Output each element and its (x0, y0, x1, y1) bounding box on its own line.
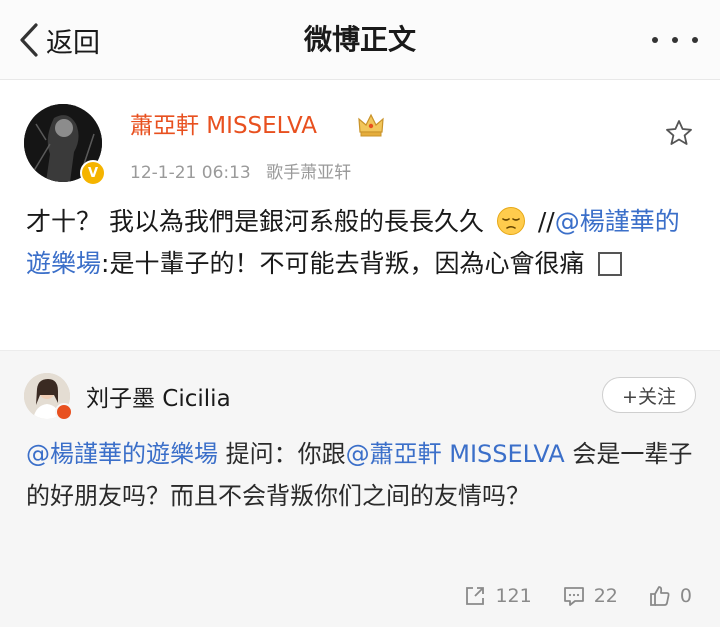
more-dots-icon[interactable] (652, 28, 698, 52)
crown-icon (358, 113, 384, 137)
missing-glyph-box (598, 252, 623, 276)
top-nav-bar: 返回 微博正文 (0, 0, 720, 80)
comment-count: 22 (593, 585, 618, 607)
post-text-part: // (537, 207, 555, 236)
post-source: 歌手萧亚轩 (266, 163, 352, 183)
post-date: 12-1-21 06:13 (130, 163, 251, 183)
repost-count: 121 (495, 585, 532, 607)
retweeted-post[interactable]: 刘子墨 Cicilia +关注 @楊謹華的遊樂場 提问：你跟@蕭亞軒 MISSE… (0, 350, 720, 627)
comment-button[interactable]: 22 (562, 584, 618, 608)
post-meta: 12-1-21 06:13 歌手萧亚轩 (130, 158, 351, 183)
post-text-part: :是十輩子的！不可能去背叛，因為心會很痛 (101, 249, 585, 278)
post-text: 才十？ 我以為我們是銀河系般的長長久久 //@楊謹華的遊樂場:是十輩子的！不可能… (26, 201, 696, 285)
repost-button[interactable]: 121 (463, 584, 532, 608)
mention-link[interactable]: @蕭亞軒 MISSELVA (346, 440, 565, 468)
like-count: 0 (679, 585, 692, 607)
star-icon[interactable] (664, 118, 694, 148)
follow-button[interactable]: +关注 (602, 377, 696, 413)
action-bar: 121 22 0 (463, 581, 692, 611)
comment-icon (563, 587, 584, 606)
post-author-name[interactable]: 蕭亞軒 MISSELVA (130, 110, 317, 142)
repost-author-name[interactable]: 刘子墨 Cicilia (86, 379, 231, 413)
mention-link[interactable]: @楊謹華的遊樂場 (26, 440, 218, 468)
post-text-part: 才十？ 我以為我們是銀河系般的長長久久 (26, 207, 484, 236)
thumbs-up-icon (650, 586, 670, 606)
repost-text-part: 提问：你跟 (218, 440, 346, 468)
repost-user-badge (55, 403, 73, 421)
repost-text: @楊謹華的遊樂場 提问：你跟@蕭亞軒 MISSELVA 会是一辈子的好朋友吗？而… (26, 433, 698, 517)
pensive-face-icon (496, 207, 525, 235)
page-title: 微博正文 (303, 23, 416, 56)
share-icon (466, 587, 485, 605)
weibo-post: V 蕭亞軒 MISSELVA 12-1-21 06:13 歌手萧亚轩 才十？ 我… (0, 80, 720, 350)
verified-badge: V (80, 160, 106, 186)
like-button[interactable]: 0 (648, 584, 692, 608)
